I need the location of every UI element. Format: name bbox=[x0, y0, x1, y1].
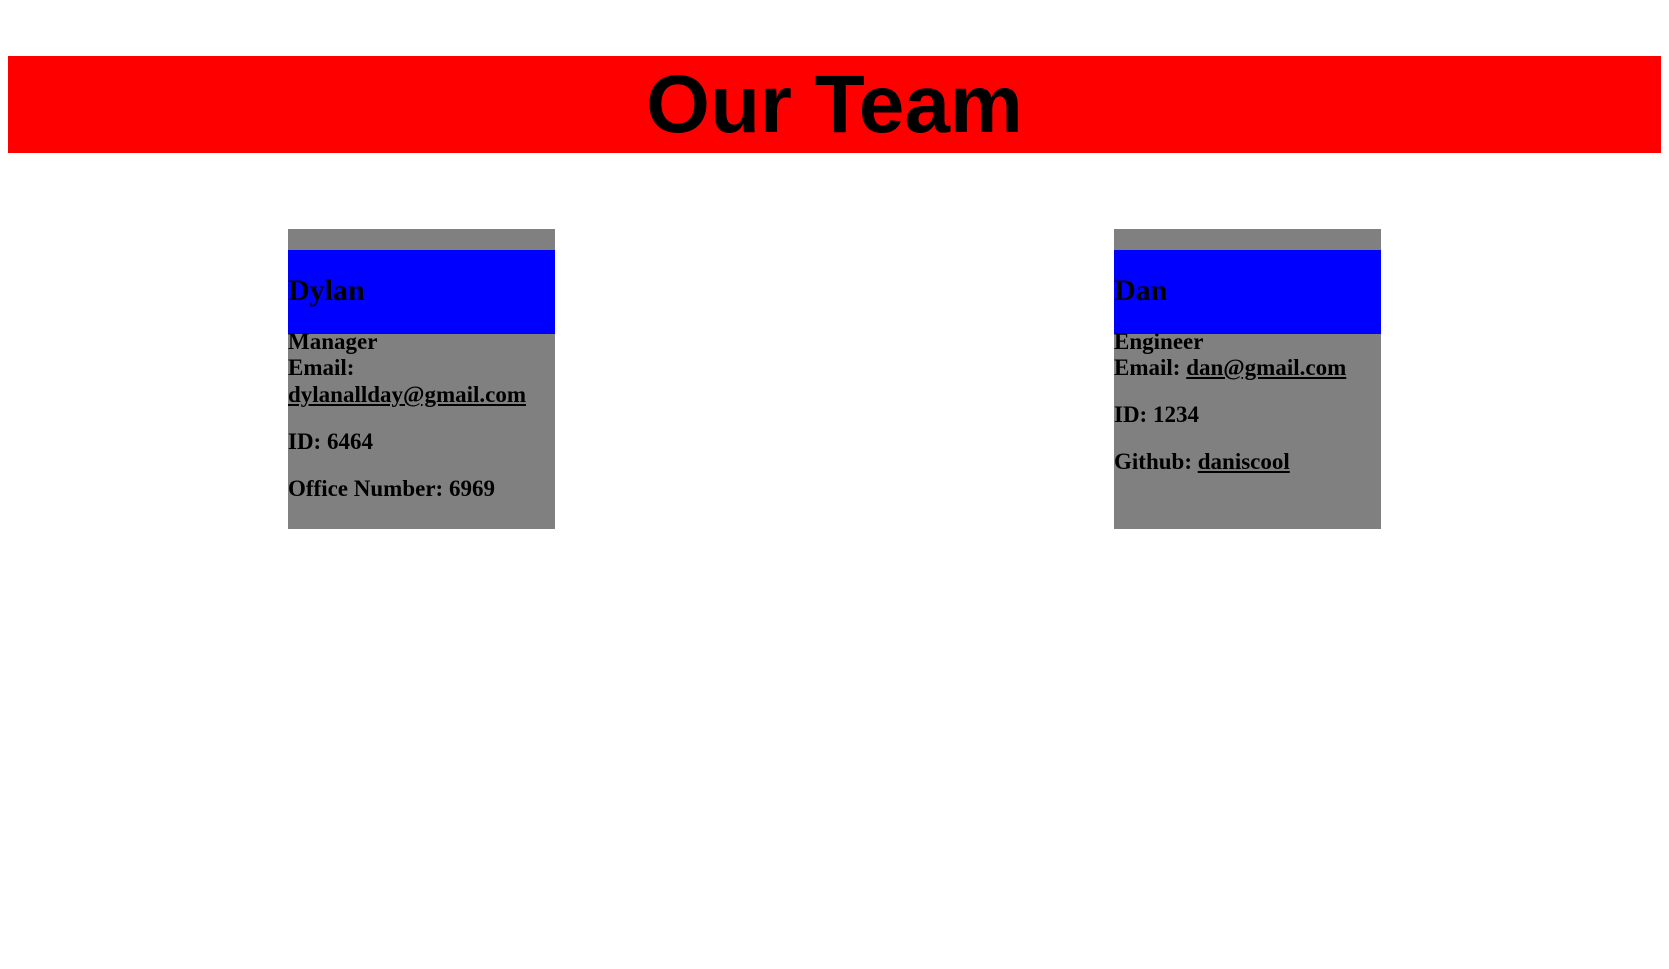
email-label: Email: bbox=[288, 355, 355, 380]
email-link[interactable]: dan@gmail.com bbox=[1186, 355, 1346, 380]
id-label: ID: bbox=[1114, 402, 1148, 427]
github-label: Github: bbox=[1114, 449, 1192, 474]
github-link[interactable]: daniscool bbox=[1198, 449, 1290, 474]
employee-name: Dan bbox=[1114, 274, 1168, 307]
office-number-label: Office Number: bbox=[288, 476, 444, 501]
email-row: Email: dan@gmail.com bbox=[1114, 354, 1381, 381]
team-card-manager: Dylan Manager Email: dylanallday@gmail.c… bbox=[288, 229, 555, 529]
page-title: Our Team bbox=[646, 59, 1023, 150]
email-row: Email: dylanallday@gmail.com bbox=[288, 354, 555, 408]
employee-role: Engineer bbox=[1114, 329, 1204, 354]
office-number-value: 6969 bbox=[448, 476, 495, 501]
email-link[interactable]: dylanallday@gmail.com bbox=[288, 382, 526, 407]
employee-role: Manager bbox=[288, 329, 378, 354]
card-header: Dylan Manager bbox=[288, 250, 555, 354]
employee-name: Dylan bbox=[288, 274, 365, 307]
card-header: Dan Engineer bbox=[1114, 250, 1381, 354]
id-value: 6464 bbox=[326, 429, 373, 454]
card-body: Email: dan@gmail.com ID: 1234 Github: da… bbox=[1114, 354, 1381, 495]
office-number-row: Office Number: 6969 bbox=[288, 475, 555, 502]
id-row: ID: 6464 bbox=[288, 428, 555, 455]
id-value: 1234 bbox=[1152, 402, 1199, 427]
id-row: ID: 1234 bbox=[1114, 401, 1381, 428]
github-row: Github: daniscool bbox=[1114, 448, 1381, 475]
page-header: Our Team bbox=[8, 56, 1661, 153]
team-card-engineer: Dan Engineer Email: dan@gmail.com ID: 12… bbox=[1114, 229, 1381, 529]
card-body: Email: dylanallday@gmail.com ID: 6464 Of… bbox=[288, 354, 555, 522]
email-label: Email: bbox=[1114, 355, 1181, 380]
id-label: ID: bbox=[288, 429, 322, 454]
